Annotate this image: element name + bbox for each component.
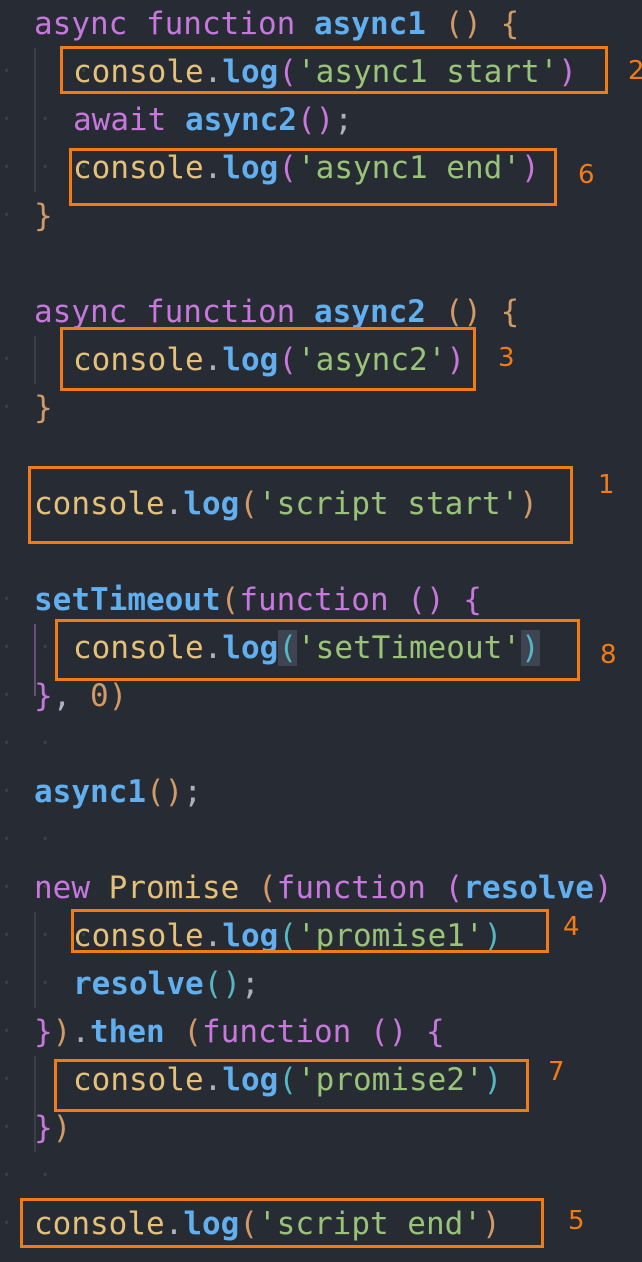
paren: ) (52, 1014, 72, 1050)
brace: { (500, 294, 520, 330)
brace: } (34, 1014, 53, 1050)
number-literal: 0 (90, 678, 109, 714)
order-label-promise2: 7 (548, 1057, 565, 1087)
paren: ( (444, 870, 464, 906)
semicolon: ; (183, 774, 202, 810)
keyword: new (34, 870, 109, 906)
highlight-box-settimeout (55, 619, 580, 681)
order-label-script-start: 1 (598, 470, 615, 500)
parens: () (425, 6, 501, 42)
paren: ) (52, 1110, 72, 1146)
code-line[interactable]: new Promise (function (resolve) (34, 864, 613, 912)
code-line[interactable]: setTimeout(function () { (34, 576, 482, 624)
brace: } (34, 198, 53, 234)
order-label-async2: 3 (498, 343, 515, 373)
dot: . (71, 1014, 91, 1050)
parens: () (388, 582, 464, 618)
parens: () (351, 1014, 426, 1050)
brace: } (34, 390, 53, 426)
keyword: function (239, 582, 389, 618)
function-call: async2 (184, 102, 297, 138)
semicolon: ; (334, 102, 353, 138)
code-line[interactable]: }).then (function () { (34, 1008, 445, 1056)
parameter: resolve (463, 870, 594, 906)
whitespace-marker: · · (0, 635, 58, 660)
order-label-settimeout: 8 (600, 640, 617, 670)
brace: { (425, 1014, 445, 1050)
keyword: function (202, 1014, 352, 1050)
paren: ( (257, 870, 277, 906)
code-line[interactable]: async function async1 () { (34, 0, 519, 48)
whitespace-marker: · · (0, 827, 58, 852)
semicolon: ; (240, 966, 260, 1002)
code-editor[interactable]: · · · · · · · · · · · · · · · · · · · · … (0, 0, 642, 1262)
parens: () (425, 294, 501, 330)
highlight-box-promise1 (71, 909, 549, 953)
comma: , (52, 678, 90, 714)
parens: () (145, 774, 184, 810)
paren: ( (220, 582, 240, 618)
keyword: async function (34, 294, 314, 330)
brace: } (34, 1110, 53, 1146)
highlight-box-async2 (60, 327, 476, 391)
order-label-script-end: 5 (568, 1206, 585, 1236)
parens: () (296, 102, 335, 138)
parens: () (203, 966, 241, 1002)
code-line[interactable]: await async2(); (73, 96, 353, 144)
class-name: Promise (108, 870, 240, 906)
brace: { (463, 582, 482, 618)
whitespace-marker: · · (0, 731, 58, 756)
keyword: await (73, 102, 185, 138)
highlight-box-promise2 (54, 1059, 529, 1112)
highlight-box-script-start (28, 466, 573, 544)
keyword: async function (34, 6, 314, 42)
paren: ( (183, 1014, 203, 1050)
brace: } (34, 678, 53, 714)
code-line[interactable]: async1(); (34, 768, 202, 816)
keyword: function (276, 870, 426, 906)
paren: ) (108, 678, 128, 714)
whitespace-marker: · · (0, 1163, 58, 1188)
function-name: async2 (313, 294, 426, 330)
order-label-async1-end: 6 (578, 160, 595, 190)
highlight-box-async1-start (60, 46, 608, 94)
order-label-promise1: 4 (563, 912, 580, 942)
code-line[interactable]: resolve(); (73, 960, 260, 1008)
method-name: then (90, 1014, 165, 1050)
function-call: setTimeout (34, 582, 221, 618)
order-label-async1-start: 2 (628, 56, 642, 86)
brace: { (500, 6, 520, 42)
whitespace-marker: · (0, 1211, 20, 1236)
code-line[interactable]: } (34, 384, 53, 432)
function-call: async1 (34, 774, 146, 810)
paren: ) (593, 870, 613, 906)
highlight-box-async1-end (69, 148, 557, 206)
function-name: async1 (313, 6, 426, 42)
highlight-box-script-end (20, 1198, 544, 1248)
code-line[interactable]: } (34, 192, 53, 240)
function-call: resolve (73, 966, 204, 1002)
